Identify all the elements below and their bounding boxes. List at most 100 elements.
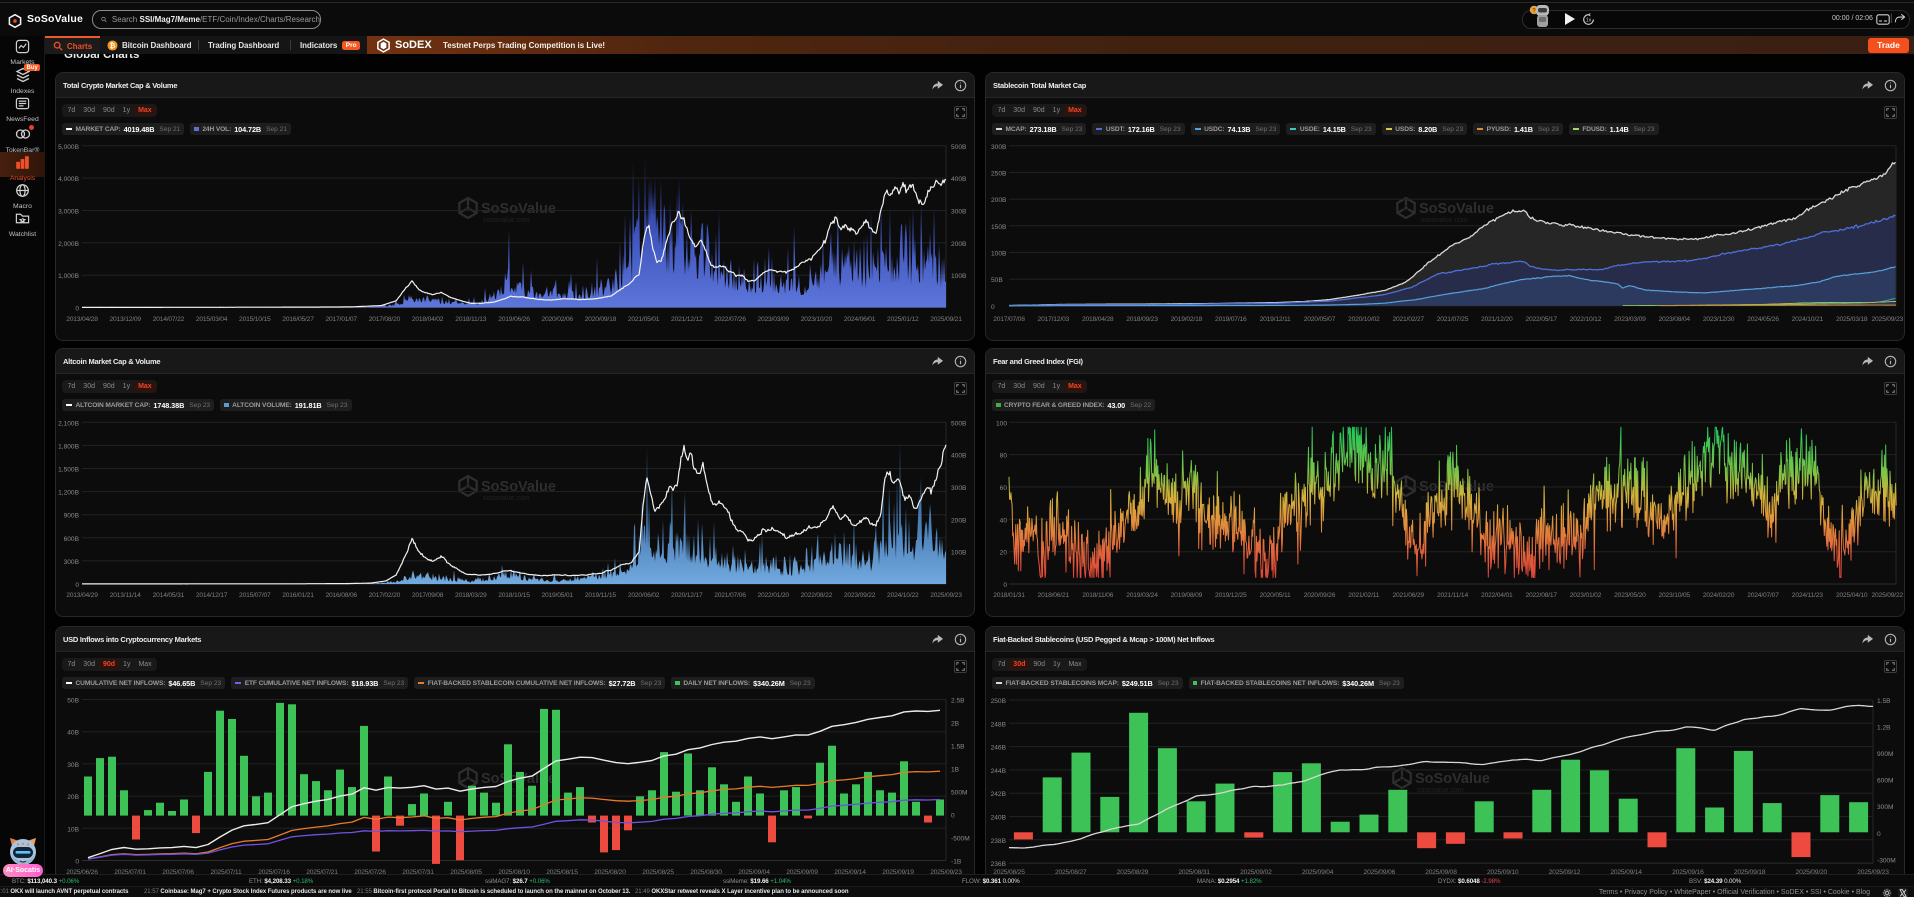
svg-text:0: 0 [75, 582, 79, 589]
svg-text:2019/06/26: 2019/06/26 [498, 316, 530, 323]
svg-text:₿: ₿ [110, 41, 116, 49]
svg-text:2013/11/14: 2013/11/14 [110, 592, 141, 599]
svg-text:1,800B: 1,800B [58, 443, 80, 450]
svg-text:900B: 900B [64, 513, 80, 520]
svg-text:2019/02/18: 2019/02/18 [1171, 316, 1203, 323]
svg-text:2019/08/09: 2019/08/09 [1171, 592, 1203, 599]
svg-text:2018/03/29: 2018/03/29 [455, 592, 487, 599]
svg-text:2020/06/02: 2020/06/02 [628, 592, 660, 599]
svg-text:2018/09/23: 2018/09/23 [1126, 316, 1158, 323]
svg-text:2022/08/17: 2022/08/17 [1525, 592, 1557, 599]
svg-text:0: 0 [1877, 831, 1881, 838]
svg-text:2020/05/07: 2020/05/07 [1304, 316, 1336, 323]
svg-text:2021/02/11: 2021/02/11 [1348, 592, 1379, 599]
svg-text:1.5B: 1.5B [951, 744, 965, 751]
svg-text:2017/02/20: 2017/02/20 [369, 592, 401, 599]
svg-text:2,100B: 2,100B [58, 420, 80, 427]
svg-text:300B: 300B [951, 485, 967, 492]
svg-text:200B: 200B [951, 517, 967, 524]
svg-text:5,000B: 5,000B [58, 144, 80, 151]
svg-text:500B: 500B [951, 420, 967, 427]
svg-text:2017/12/03: 2017/12/03 [1038, 316, 1070, 323]
svg-text:2022/10/12: 2022/10/12 [1570, 316, 1602, 323]
svg-text:2023/05/20: 2023/05/20 [1614, 592, 1646, 599]
svg-text:900M: 900M [1877, 751, 1894, 758]
svg-text:sosovalue.com: sosovalue.com [1421, 217, 1468, 224]
svg-text:2022/01/20: 2022/01/20 [757, 592, 789, 599]
svg-text:500B: 500B [951, 144, 967, 151]
svg-text:2023/10/05: 2023/10/05 [1658, 592, 1690, 599]
svg-text:2018/11/13: 2018/11/13 [455, 316, 486, 323]
svg-text:600B: 600B [64, 536, 80, 543]
svg-text:2B: 2B [951, 721, 960, 728]
svg-text:2024/06/01: 2024/06/01 [844, 316, 876, 323]
svg-text:2021/12/20: 2021/12/20 [1481, 316, 1513, 323]
svg-text:1,200B: 1,200B [58, 490, 80, 497]
svg-text:-300M: -300M [1877, 857, 1896, 864]
svg-text:246B: 246B [991, 745, 1007, 752]
svg-text:300M: 300M [1877, 804, 1894, 811]
svg-text:600M: 600M [1877, 778, 1894, 785]
svg-text:2023/01/02: 2023/01/02 [1570, 592, 1602, 599]
svg-text:1,500B: 1,500B [58, 467, 80, 474]
svg-text:2022/07/26: 2022/07/26 [714, 316, 746, 323]
svg-text:2018/10/15: 2018/10/15 [498, 592, 530, 599]
svg-text:2018/06/21: 2018/06/21 [1038, 592, 1070, 599]
svg-text:0: 0 [75, 859, 79, 866]
svg-text:2015/03/04: 2015/03/04 [196, 316, 228, 323]
svg-text:20: 20 [1000, 550, 1008, 557]
svg-text:10B: 10B [67, 826, 79, 833]
svg-text:1,000B: 1,000B [58, 273, 80, 280]
svg-text:2021/07/06: 2021/07/06 [714, 592, 746, 599]
svg-text:2024/11/23: 2024/11/23 [1792, 592, 1823, 599]
svg-text:2022/08/22: 2022/08/22 [801, 592, 833, 599]
svg-text:2014/05/31: 2014/05/31 [153, 592, 185, 599]
svg-text:2013/12/09: 2013/12/09 [109, 316, 141, 323]
svg-text:2025/01/12: 2025/01/12 [887, 316, 919, 323]
svg-text:2024/10/22: 2024/10/22 [887, 592, 919, 599]
svg-text:0: 0 [991, 304, 995, 311]
svg-text:2015/07/07: 2015/07/07 [239, 592, 271, 599]
svg-text:242B: 242B [991, 791, 1007, 798]
svg-text:2025/04/10: 2025/04/10 [1836, 592, 1868, 599]
svg-text:SoSoValue: SoSoValue [481, 201, 556, 217]
svg-text:1x: 1x [1586, 18, 1592, 24]
svg-text:1.5B: 1.5B [1877, 698, 1891, 705]
svg-text:2023/12/30: 2023/12/30 [1703, 316, 1735, 323]
svg-text:2025/09/23: 2025/09/23 [1872, 316, 1904, 323]
svg-text:30B: 30B [67, 762, 79, 769]
svg-text:2018/11/06: 2018/11/06 [1082, 592, 1113, 599]
svg-text:2019/12/25: 2019/12/25 [1215, 592, 1247, 599]
svg-text:200B: 200B [991, 197, 1007, 204]
svg-text:2019/11/15: 2019/11/15 [585, 592, 616, 599]
svg-text:100B: 100B [951, 273, 967, 280]
svg-text:2023/08/04: 2023/08/04 [1658, 316, 1690, 323]
svg-text:2023/03/09: 2023/03/09 [1614, 316, 1646, 323]
svg-text:250B: 250B [991, 171, 1007, 178]
svg-text:2021/11/14: 2021/11/14 [1437, 592, 1468, 599]
svg-text:2025/09/23: 2025/09/23 [930, 592, 962, 599]
svg-text:300B: 300B [951, 209, 967, 216]
svg-text:sosovalue.com: sosovalue.com [483, 495, 530, 502]
svg-text:SoSoValue: SoSoValue [1419, 201, 1494, 217]
svg-text:150B: 150B [991, 224, 1007, 231]
svg-text:100B: 100B [991, 251, 1007, 258]
svg-text:2023/09/22: 2023/09/22 [844, 592, 876, 599]
svg-text:2014/07/22: 2014/07/22 [153, 316, 185, 323]
svg-text:20B: 20B [67, 794, 79, 801]
svg-text:2021/02/27: 2021/02/27 [1392, 316, 1424, 323]
svg-text:244B: 244B [991, 768, 1007, 775]
svg-text:SoSoValue: SoSoValue [481, 479, 556, 495]
svg-text:240B: 240B [991, 815, 1007, 822]
svg-text:2025/03/18: 2025/03/18 [1836, 316, 1868, 323]
svg-text:400B: 400B [951, 453, 967, 460]
svg-text:2018/04/28: 2018/04/28 [1082, 316, 1114, 323]
svg-text:40: 40 [1000, 517, 1008, 524]
svg-text:2017/09/08: 2017/09/08 [412, 592, 444, 599]
svg-text:2021/07/25: 2021/07/25 [1437, 316, 1469, 323]
svg-text:40B: 40B [67, 730, 79, 737]
svg-text:2020/09/18: 2020/09/18 [585, 316, 617, 323]
svg-text:4,000B: 4,000B [58, 176, 80, 183]
svg-text:2017/07/08: 2017/07/08 [993, 316, 1025, 323]
svg-text:250B: 250B [991, 698, 1007, 705]
